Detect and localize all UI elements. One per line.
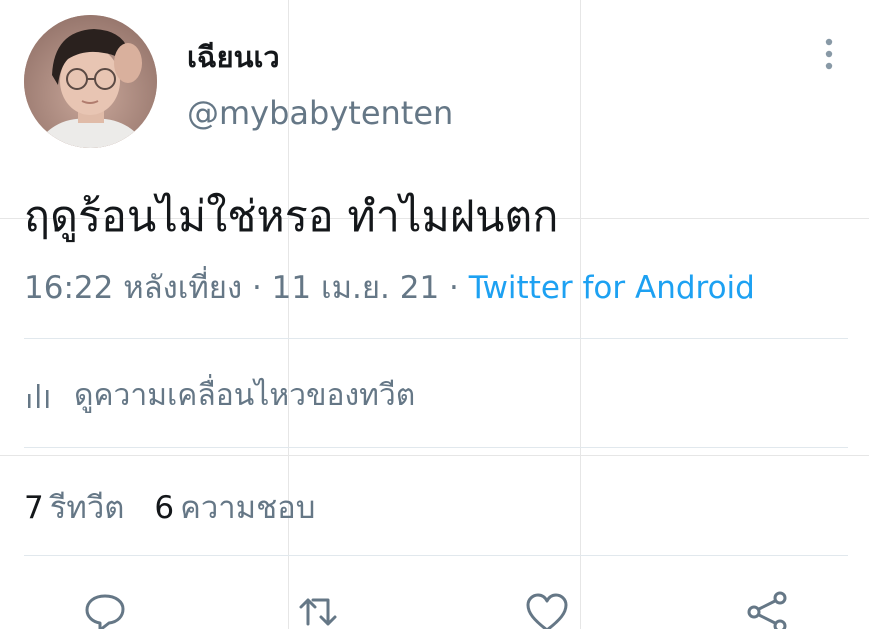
share-icon[interactable] bbox=[744, 590, 790, 629]
crease-line bbox=[580, 0, 581, 629]
retweets-count: 7 bbox=[24, 490, 44, 526]
analytics-bars-icon bbox=[28, 384, 49, 408]
meta-separator: · bbox=[449, 270, 459, 306]
divider bbox=[24, 555, 848, 556]
view-tweet-activity-label: ดูความเคลื่อนไหวของทวีต bbox=[74, 377, 416, 413]
divider bbox=[24, 338, 848, 339]
reply-icon[interactable] bbox=[82, 590, 128, 629]
user-handle[interactable]: @mybabytenten bbox=[187, 94, 453, 132]
avatar-photo bbox=[24, 15, 157, 148]
meta-separator: · bbox=[251, 270, 262, 306]
tweet-stats: 7 รีทวีต 6 ความชอบ bbox=[24, 482, 315, 532]
retweets-label: รีทวีต bbox=[49, 490, 125, 526]
tweet-meta: 16:22 หลังเที่ยง · 11 เม.ย. 21 · Twitter… bbox=[24, 262, 755, 312]
tweet-source-link[interactable]: Twitter for Android bbox=[469, 270, 755, 306]
divider bbox=[24, 447, 848, 448]
likes-count: 6 bbox=[154, 490, 175, 526]
tweet-text: ฤดูร้อนไม่ใช่หรอ ทำไมฝนตก bbox=[24, 192, 559, 242]
likes-label: ความชอบ bbox=[180, 490, 316, 526]
avatar[interactable] bbox=[24, 15, 157, 148]
tweet-time: 16:22 หลังเที่ยง bbox=[24, 270, 243, 306]
like-icon[interactable] bbox=[524, 590, 570, 629]
likes-stat[interactable]: 6 ความชอบ bbox=[154, 490, 315, 526]
tweet-detail-page: เฉียนเว @mybabytenten ฤดูร้อนไม่ใช่หรอ ท… bbox=[0, 0, 869, 629]
view-tweet-activity-link[interactable]: ดูความเคลื่อนไหวของทวีต bbox=[24, 373, 415, 417]
retweet-icon[interactable] bbox=[298, 590, 344, 629]
more-options-icon[interactable] bbox=[818, 36, 840, 76]
crease-line bbox=[0, 455, 869, 456]
display-name[interactable]: เฉียนเว bbox=[187, 34, 280, 80]
retweets-stat[interactable]: 7 รีทวีต bbox=[24, 490, 124, 526]
tweet-date: 11 เม.ย. 21 bbox=[271, 270, 440, 306]
